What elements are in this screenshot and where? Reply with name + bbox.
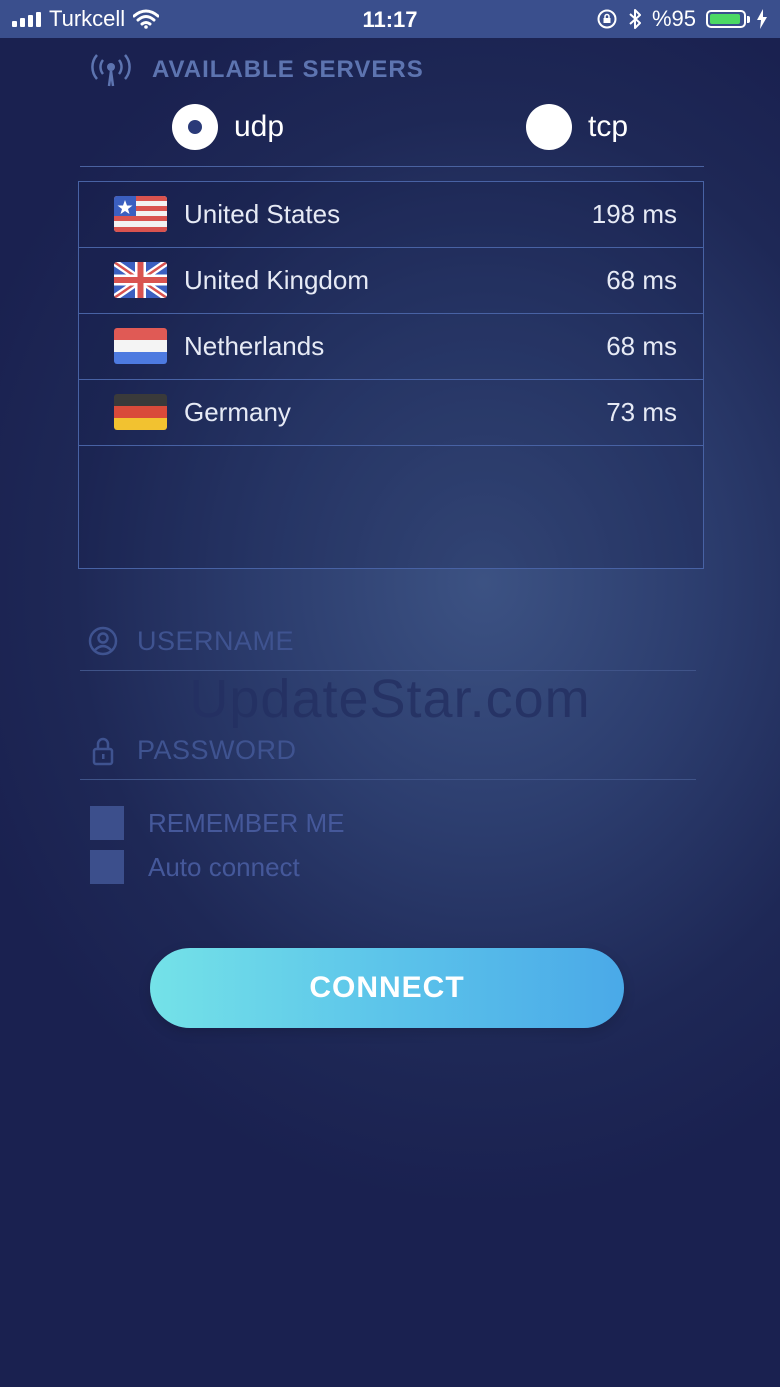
udp-label: udp	[234, 110, 285, 143]
status-right: %95	[596, 0, 768, 38]
server-ping: 73 ms	[606, 397, 677, 427]
battery-icon	[706, 10, 750, 28]
udp-option[interactable]: udp	[172, 104, 284, 150]
remember-me-label: REMEMBER ME	[148, 807, 345, 838]
uk-flag-icon	[114, 262, 167, 298]
battery-percent: %95	[651, 6, 696, 31]
server-row-united-kingdom[interactable]: United Kingdom 68 ms	[79, 248, 703, 314]
auto-connect-checkbox[interactable]	[90, 850, 124, 884]
signal-icon	[12, 11, 41, 27]
server-ping: 68 ms	[606, 265, 677, 295]
auto-connect-option[interactable]: Auto connect	[90, 850, 300, 884]
server-list[interactable]: United States 198 ms United Kingdom 68 m…	[78, 181, 704, 569]
connect-button[interactable]: CONNECT	[150, 948, 624, 1028]
servers-header: AVAILABLE SERVERS	[88, 52, 424, 88]
connect-label: CONNECT	[309, 971, 465, 1004]
us-flag-icon	[114, 196, 167, 232]
server-name: United States	[184, 199, 341, 229]
server-ping: 68 ms	[606, 331, 677, 361]
server-row-netherlands[interactable]: Netherlands 68 ms	[79, 314, 703, 380]
tcp-label: tcp	[588, 110, 629, 143]
server-name: Netherlands	[184, 331, 325, 361]
antenna-icon	[91, 54, 131, 87]
server-row-germany[interactable]: Germany 73 ms	[79, 380, 703, 446]
username-input[interactable]	[135, 618, 679, 664]
nl-flag-icon	[114, 328, 167, 364]
server-name: Germany	[184, 397, 291, 427]
status-left: Turkcell	[12, 0, 160, 38]
lock-icon	[92, 737, 114, 766]
charging-icon	[757, 9, 767, 29]
remember-me-checkbox[interactable]	[90, 806, 124, 840]
status-bar: Turkcell 11:17 %95	[0, 0, 780, 38]
username-field[interactable]	[80, 610, 696, 671]
udp-radio[interactable]	[172, 104, 218, 150]
wifi-icon	[133, 9, 160, 29]
server-row-united-states[interactable]: United States 198 ms	[79, 182, 703, 248]
server-ping: 198 ms	[591, 199, 677, 229]
remember-me-option[interactable]: REMEMBER ME	[90, 806, 344, 840]
user-icon	[88, 626, 118, 656]
auto-connect-label: Auto connect	[148, 851, 300, 882]
rotation-lock-icon	[597, 9, 617, 29]
de-flag-icon	[114, 394, 167, 430]
password-field[interactable]	[80, 719, 696, 780]
divider	[80, 166, 704, 167]
server-name: United Kingdom	[184, 265, 369, 295]
battery-level	[710, 14, 741, 24]
tcp-option[interactable]: tcp	[526, 104, 628, 150]
servers-title: AVAILABLE SERVERS	[152, 56, 424, 83]
password-input[interactable]	[135, 727, 679, 773]
carrier-name: Turkcell	[49, 6, 126, 31]
bluetooth-icon	[629, 9, 641, 29]
tcp-radio[interactable]	[526, 104, 572, 150]
